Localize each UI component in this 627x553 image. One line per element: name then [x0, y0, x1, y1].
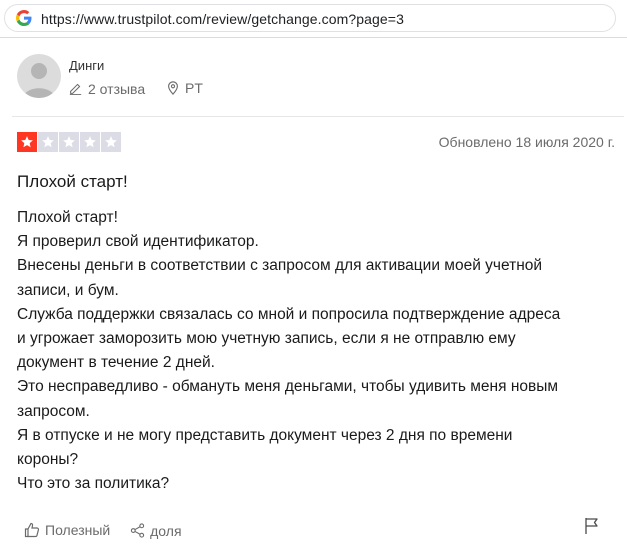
- useful-label: Полезный: [45, 522, 111, 538]
- review-body-line: запросом.: [17, 402, 90, 420]
- useful-button[interactable]: Полезный: [24, 522, 110, 538]
- reviewer-country: PT: [167, 80, 203, 96]
- review-body-line: Я проверил свой идентификатор.: [17, 233, 259, 251]
- review-body-line: Что это за политика?: [17, 475, 170, 493]
- country-text: PT: [185, 80, 203, 96]
- star-icon: [84, 136, 96, 148]
- updated-date: Обновлено 18 июля 2020 г.: [438, 134, 615, 150]
- review-title[interactable]: Плохой старт!: [17, 172, 128, 192]
- review-body-line: Это несправедливо - обмануть меня деньга…: [17, 378, 559, 396]
- url-text: https://www.trustpilot.com/review/getcha…: [41, 11, 404, 27]
- avatar[interactable]: [17, 54, 61, 98]
- review-body-line: документ в течение 2 дней.: [17, 354, 215, 372]
- review-body-line: Служба поддержки связалась со мной и поп…: [17, 305, 561, 323]
- location-pin-icon: [168, 81, 178, 95]
- star-icon: [105, 136, 117, 148]
- star-empty: [59, 132, 79, 152]
- star-icon: [42, 136, 54, 148]
- browser-address-bar: https://www.trustpilot.com/review/getcha…: [0, 0, 627, 38]
- reviews-count-text: 2 отзыва: [88, 80, 146, 97]
- star-filled: [17, 132, 37, 152]
- share-icon: [130, 523, 145, 538]
- star-empty: [38, 132, 58, 152]
- reviewer-name[interactable]: Динги: [69, 58, 104, 73]
- divider: [12, 116, 624, 117]
- star-empty: [80, 132, 100, 152]
- star-icon: [21, 136, 33, 148]
- pencil-icon: [69, 83, 82, 95]
- reviews-count: 2 отзыва: [69, 81, 145, 97]
- share-label: доля: [150, 522, 182, 539]
- review-actions: Полезный доля: [24, 522, 198, 542]
- user-avatar-icon: [23, 63, 55, 98]
- review-body-line: Внесены деньги в соответствии с запросом…: [17, 257, 543, 275]
- url-field[interactable]: https://www.trustpilot.com/review/getcha…: [4, 4, 616, 32]
- google-icon: [16, 10, 32, 26]
- thumbs-up-icon: [24, 522, 40, 538]
- star-rating: [17, 132, 121, 152]
- flag-icon[interactable]: [584, 517, 600, 535]
- review-body-line: Я в отпуске и не могу представить докуме…: [17, 426, 513, 444]
- review-body-line: короны?: [17, 451, 79, 469]
- star-icon: [63, 136, 75, 148]
- share-button[interactable]: доля: [130, 522, 182, 539]
- reviewer-meta: 2 отзыва PT: [69, 80, 221, 98]
- star-empty: [101, 132, 121, 152]
- review-body-line: Плохой старт!: [17, 209, 118, 226]
- review-body: Плохой старт! Я проверил свой идентификат…: [17, 206, 617, 496]
- review-body-line: и угрожает заморозить мою учетную запись…: [17, 330, 516, 348]
- review-body-line: записи, и бум.: [17, 281, 119, 299]
